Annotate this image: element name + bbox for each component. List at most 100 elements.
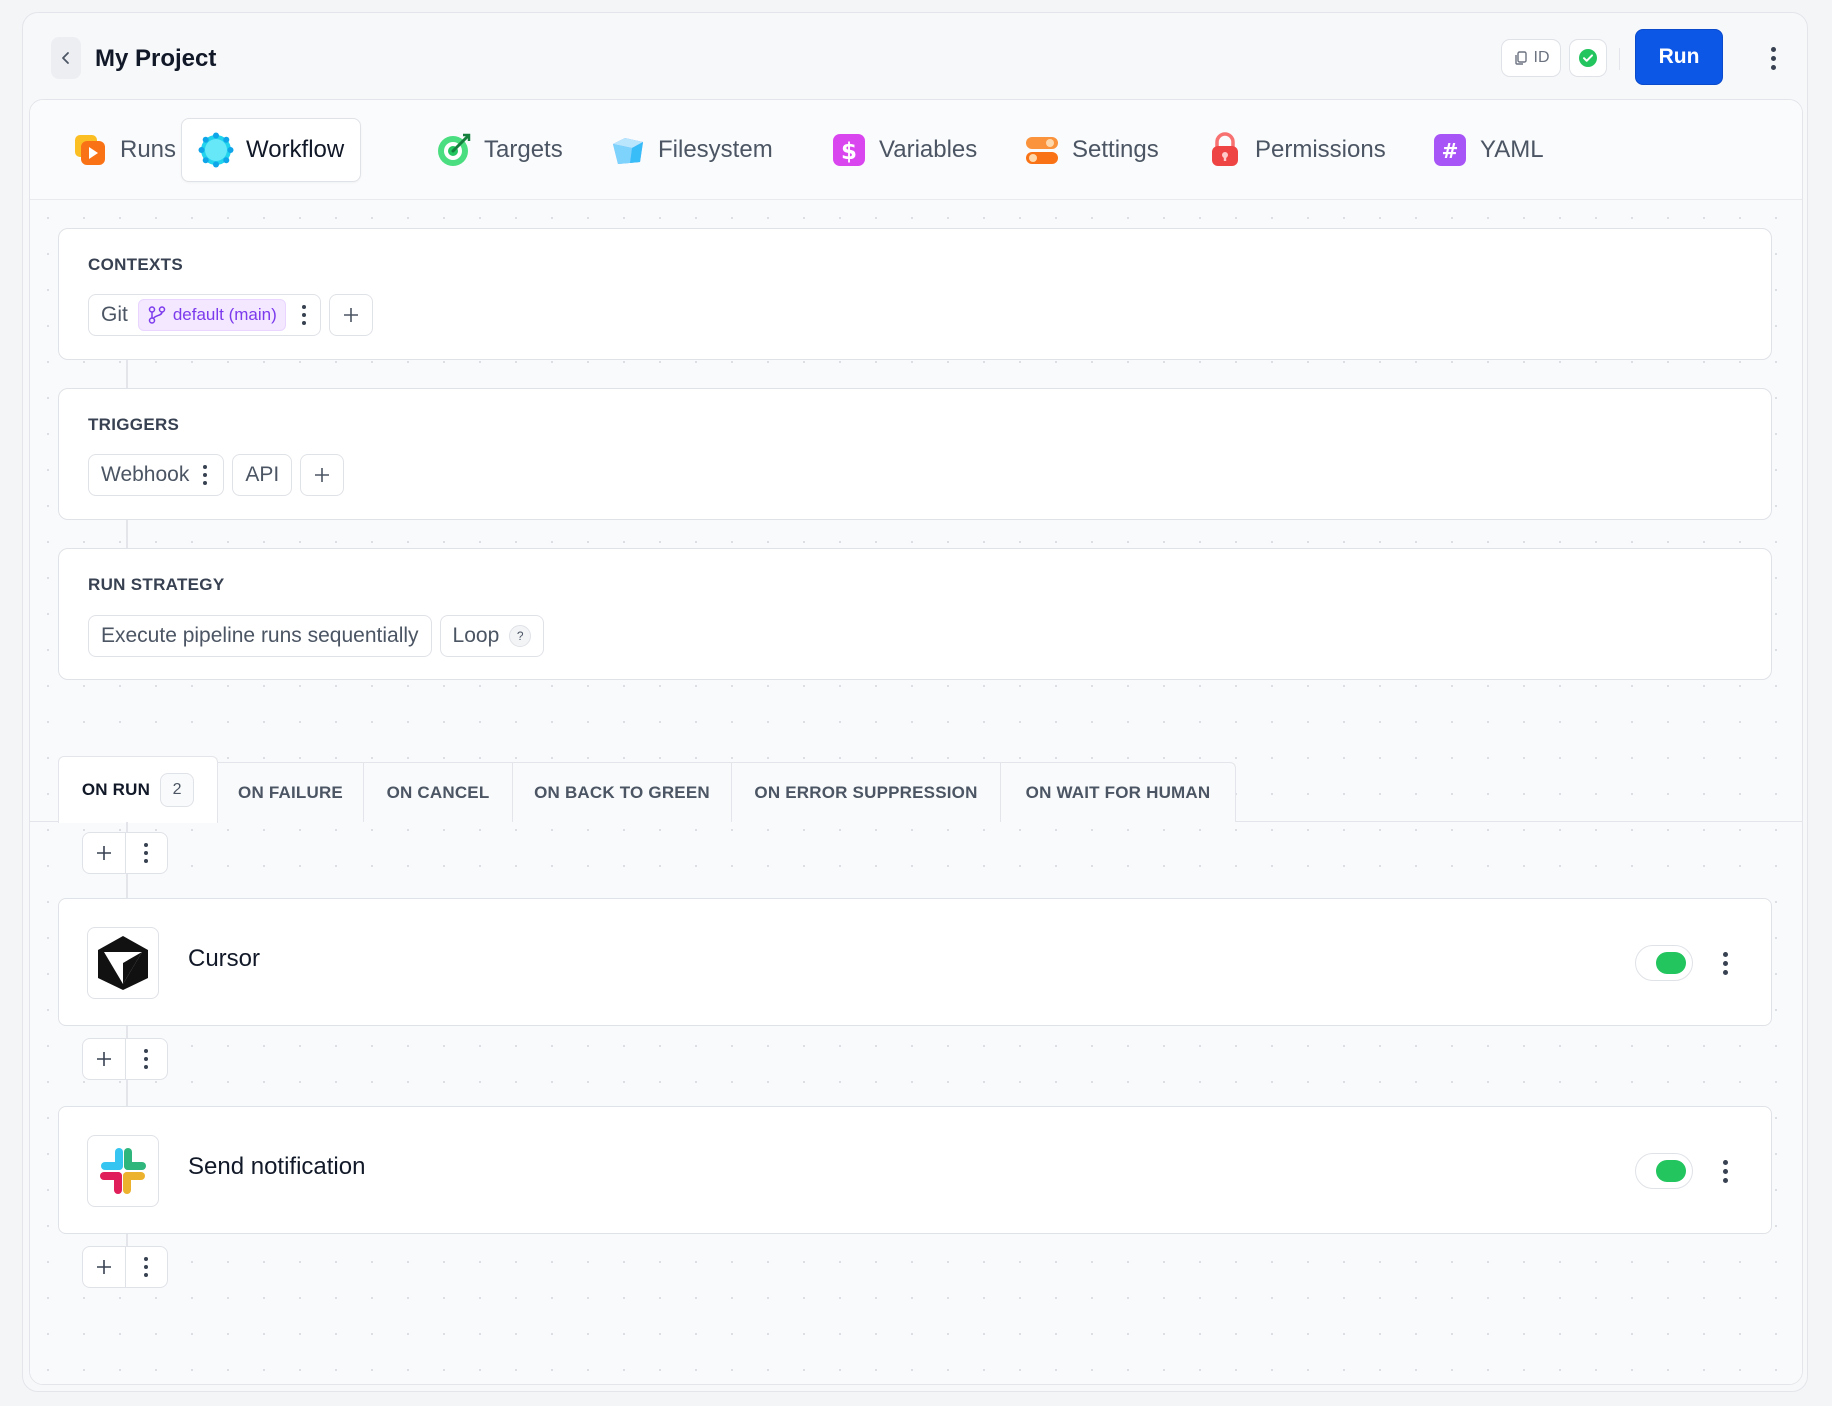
branch-label: default (main) [172,305,277,324]
tab-targets[interactable]: Targets [420,118,579,182]
tab-settings[interactable]: Settings [1008,118,1175,182]
run-strategy-row: Execute pipeline runs sequentially Loop … [88,615,545,657]
tab-permissions[interactable]: Permissions [1191,118,1402,182]
event-tab-on-run[interactable]: ON RUN 2 [58,756,218,823]
svg-text:$: $ [841,139,857,165]
tab-label: Variables [879,136,978,163]
step-menu-icon[interactable] [1715,1157,1735,1185]
toggles-icon [1026,137,1058,164]
step-options-icon[interactable] [124,833,167,873]
tab-yaml[interactable]: # YAML [1416,118,1560,182]
event-tab-label: ON BACK TO GREEN [534,782,710,802]
hash-icon: # [1434,134,1466,166]
trigger-chip-api[interactable]: API [232,454,293,496]
event-tabs: ON RUN 2 ON FAILURE ON CANCEL ON BACK TO… [30,756,1802,823]
main-panel: Runs Workflow Targets Filesystem $ Varia… [29,99,1803,1385]
step-menu-icon[interactable] [1715,949,1735,977]
tab-runs[interactable]: Runs [56,118,192,182]
run-button[interactable]: Run [1635,29,1723,85]
context-chip-git[interactable]: Git default (main) [88,294,321,336]
event-tab-label: ON RUN [81,780,151,799]
step-options-icon[interactable] [124,1039,167,1079]
step-name: Send notification [188,1153,366,1180]
project-window: My Project ID Run Runs Workflow Targets … [22,12,1808,1392]
filesystem-icon [613,138,643,164]
play-icon [75,135,105,165]
git-branch-icon [148,306,166,324]
add-context-button[interactable] [328,294,373,336]
event-tab-on-failure[interactable]: ON FAILURE [217,762,364,822]
event-tab-on-wait-for-human[interactable]: ON WAIT FOR HUMAN [1000,762,1236,822]
status-button[interactable] [1569,39,1607,77]
event-tab-label: ON CANCEL [386,782,490,802]
tab-label: YAML [1480,136,1544,163]
tab-label: Targets [484,136,563,163]
back-button[interactable] [51,37,81,79]
event-tab-on-back-to-green[interactable]: ON BACK TO GREEN [512,762,732,822]
loop-label: Loop [452,624,500,647]
section-title: RUN STRATEGY [88,575,225,594]
tab-label: Filesystem [658,136,773,163]
event-tab-on-cancel[interactable]: ON CANCEL [363,762,513,822]
plus-icon [96,846,111,860]
copy-id-button[interactable]: ID [1501,39,1561,77]
chevron-left-icon [62,52,69,64]
context-menu-icon[interactable] [296,300,312,330]
page-title: My Project [95,45,217,72]
target-icon [438,133,471,166]
step-card-send-notification[interactable]: Send notification [58,1106,1772,1234]
trigger-chip-webhook[interactable]: Webhook [88,454,225,496]
triggers-row: Webhook API [88,454,345,496]
tab-variables[interactable]: $ Variables [815,118,993,182]
step-enabled-toggle[interactable] [1635,1153,1693,1189]
add-step-control [82,1246,168,1288]
context-label: Git [101,303,128,326]
connector-line [126,520,128,548]
event-tab-on-error-suppression[interactable]: ON ERROR SUPPRESSION [731,762,1001,822]
run-mode-chip[interactable]: Execute pipeline runs sequentially [88,615,432,657]
tab-label: Runs [120,136,177,163]
id-label: ID [1533,49,1550,66]
contexts-section: CONTEXTS Git default (main) [58,228,1772,360]
step-logo [87,1135,159,1207]
connector-line [126,1080,128,1106]
trigger-menu-icon[interactable] [199,460,211,490]
add-step-button[interactable] [83,1039,125,1079]
step-enabled-toggle[interactable] [1635,945,1693,981]
event-tab-label: ON ERROR SUPPRESSION [754,782,978,802]
plus-icon [96,1260,111,1274]
run-strategy-section: RUN STRATEGY Execute pipeline runs seque… [58,548,1772,680]
lock-icon [1212,132,1238,166]
section-title: CONTEXTS [88,255,183,274]
step-name: Cursor [188,945,261,972]
tab-workflow[interactable]: Workflow [181,118,362,182]
add-trigger-button[interactable] [300,454,345,496]
branch-badge[interactable]: default (main) [137,299,286,331]
copy-icon [1514,51,1527,65]
trigger-label: Webhook [101,463,190,486]
trigger-label: API [245,463,280,486]
loop-chip[interactable]: Loop ? [439,615,545,657]
tab-label: Workflow [246,136,345,163]
connector-line [126,360,128,388]
plus-icon [343,308,358,322]
add-step-button[interactable] [83,1247,125,1287]
tab-label: Settings [1072,136,1159,163]
step-count-badge: 2 [160,773,195,807]
workflow-icon [198,132,234,168]
step-options-icon[interactable] [124,1247,167,1287]
dollar-icon: $ [833,134,865,166]
header-divider [1619,48,1620,70]
header: My Project ID Run [23,13,1807,101]
plus-icon [96,1052,111,1066]
tab-filesystem[interactable]: Filesystem [594,118,789,182]
step-card-cursor[interactable]: Cursor [58,898,1772,1026]
slack-logo-icon [100,1148,146,1194]
more-menu-icon[interactable] [1763,43,1783,73]
connector-line [126,874,128,898]
step-logo [87,927,159,999]
add-step-button[interactable] [83,833,125,873]
help-icon[interactable]: ? [509,625,532,647]
svg-text:#: # [1442,139,1459,163]
plus-icon [315,468,330,482]
